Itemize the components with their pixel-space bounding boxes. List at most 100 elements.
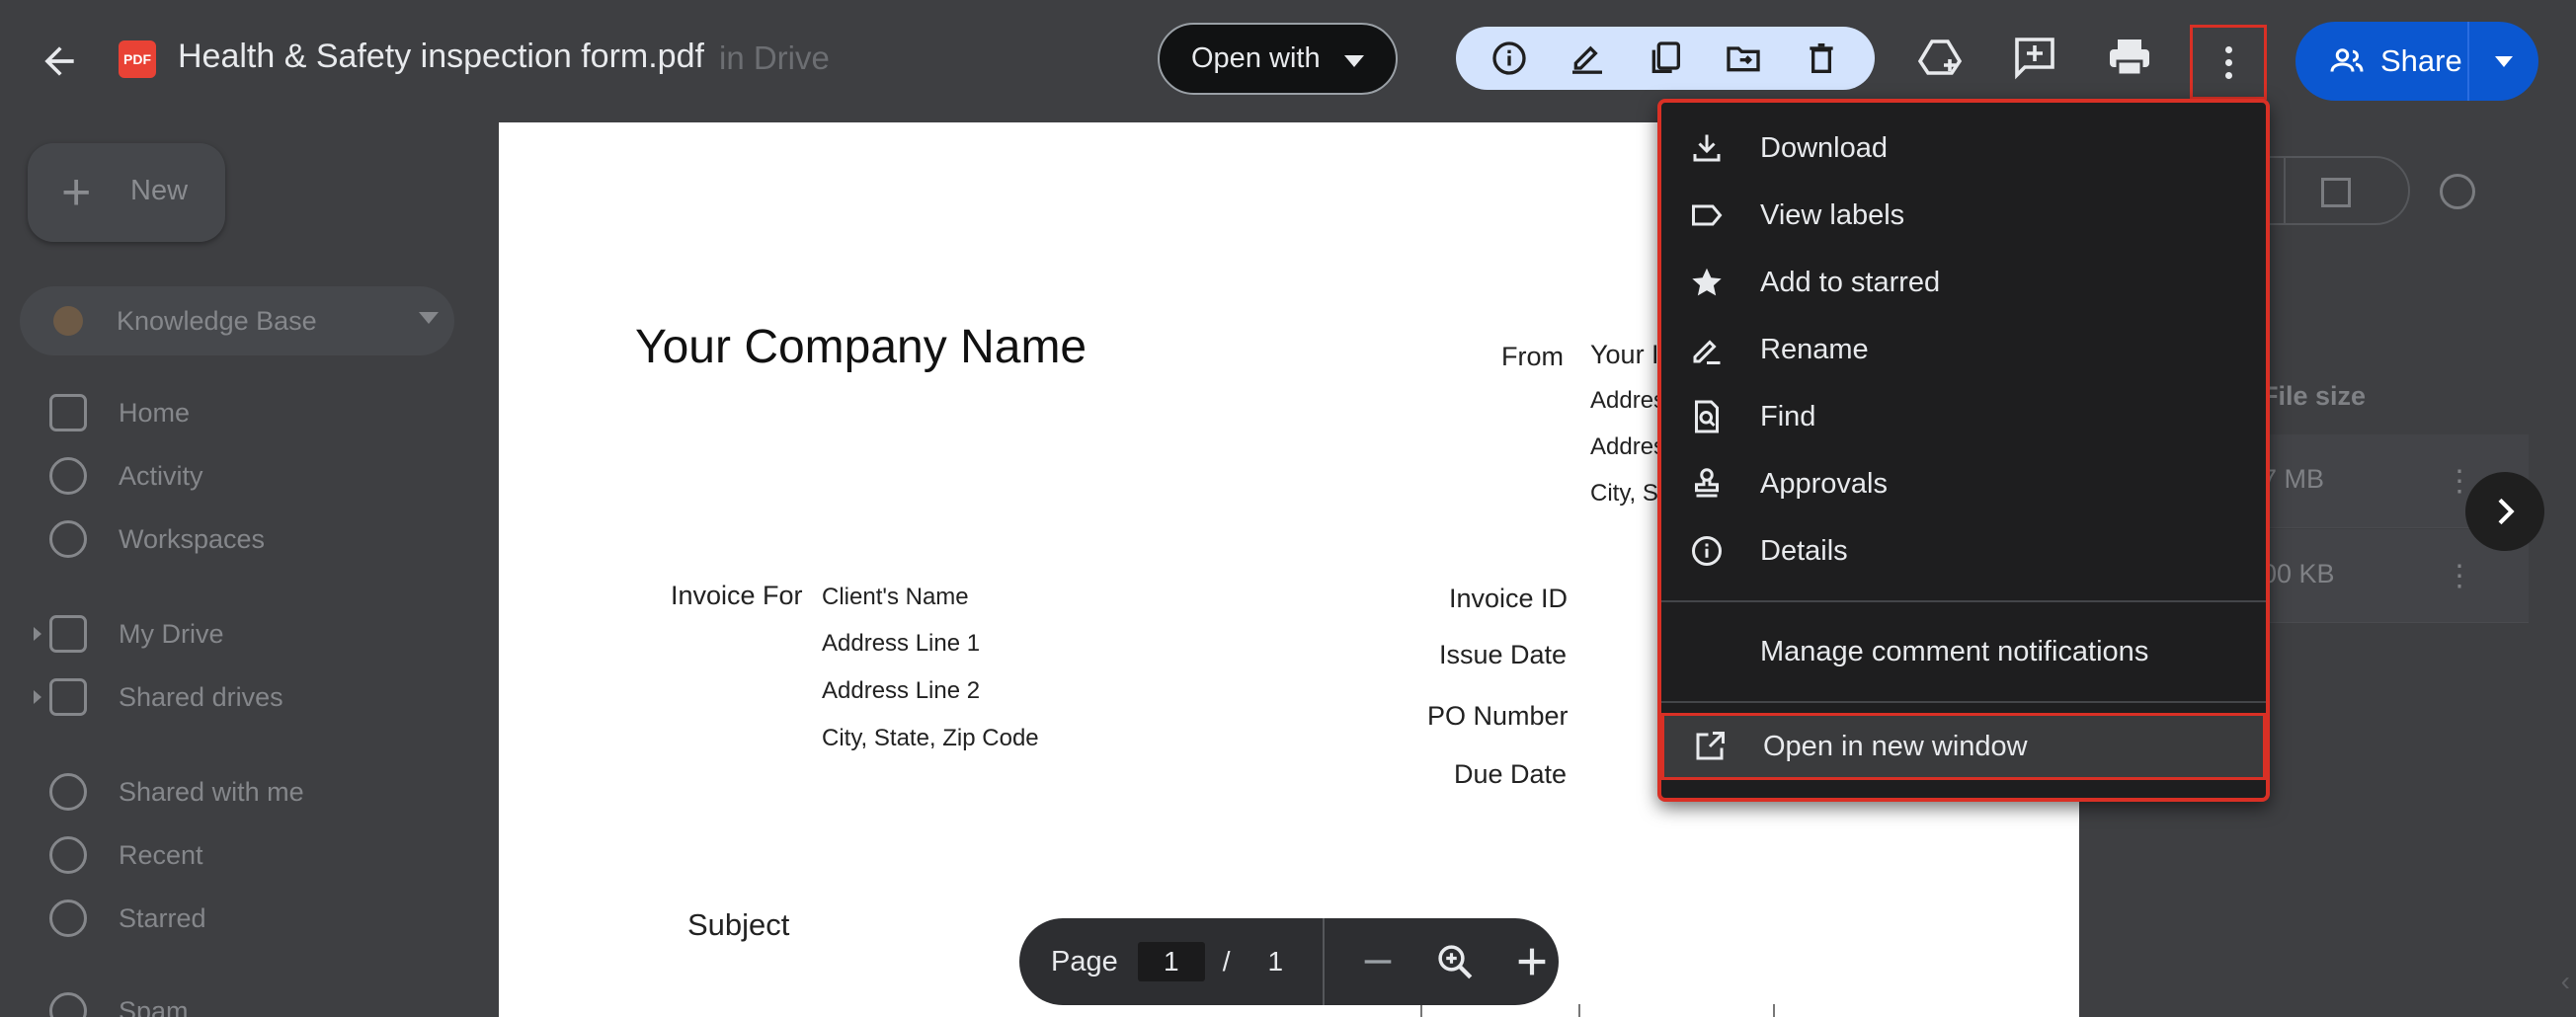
more-vert-icon-dot [2224,45,2232,53]
page-number-input[interactable]: 1 [1137,942,1205,981]
pdf-field-label: Issue Date [1439,640,1568,669]
menu-item-rename[interactable]: Rename [1661,316,2266,383]
menu-item-label: Find [1760,400,1816,432]
menu-item-find[interactable]: Find [1661,383,2266,450]
more-actions-button[interactable] [2190,25,2267,100]
share-options-button[interactable] [2469,22,2538,101]
nav-home: Home [49,393,190,432]
share-button[interactable]: Share [2295,22,2469,101]
download-icon [1693,134,1721,162]
pdf-client-line: City, State, Zip Code [822,725,1039,751]
pdf-company-name: Your Company Name [635,321,1087,373]
file-size-cell: 00 KB [2262,559,2335,588]
page-controls: Page 1 / 1 [1019,918,1559,1005]
drive-search-text: in Drive [719,39,830,76]
menu-item-label: Manage comment notifications [1760,635,2149,667]
menu-item-label: Open in new window [1763,730,2028,762]
arrow-back-icon [44,46,74,76]
open-with-label: Open with [1191,42,1321,74]
pdf-table-line [1773,1004,1775,1017]
open-with-button[interactable]: Open with [1158,23,1398,95]
find-icon [1695,400,1719,433]
pdf-from-label: From [1501,342,1564,371]
menu-item-open-in-new-window[interactable]: Open in new window [1661,713,2266,780]
nav-label: My Drive [119,618,224,649]
pdf-from-line: Your I [1590,340,1659,369]
grid-view-icon [2321,178,2351,207]
nav-workspaces: Workspaces [49,519,265,559]
drive-add-icon [1917,39,1963,75]
menu-item-label: Approvals [1760,467,1888,500]
zoom-in-button[interactable] [1508,938,1556,985]
menu-item-approvals[interactable]: Approvals [1661,450,2266,517]
menu-item-label: Rename [1760,333,1869,365]
pdf-table-line [1578,1004,1580,1017]
divider [2284,158,2286,223]
more-vert-icon-dot [2224,71,2232,79]
menu-item-label: Details [1760,534,1848,567]
menu-item-view-labels[interactable]: View labels [1661,182,2266,249]
print-button[interactable] [2106,34,2153,81]
pdf-invoice-for-label: Invoice For [671,581,803,610]
menu-item-add-to-starred[interactable]: Add to starred [1661,249,2266,316]
pdf-field-label: PO Number [1427,701,1569,731]
total-pages: 1 [1267,946,1284,977]
expand-arrow-icon [34,627,41,641]
nav-recent: Recent [49,835,203,875]
edit-signature-icon [1571,45,1602,74]
expand-arrow-icon [34,690,41,704]
zoom-out-button[interactable] [1354,938,1402,985]
nav-my-drive: My Drive [34,614,224,654]
print-icon [2110,39,2149,77]
plus-icon [1518,948,1546,976]
copy-button[interactable] [1644,37,1687,80]
chevron-left-icon: ‹ [2560,966,2570,996]
open-in-new-icon [1696,732,1725,760]
people-icon [2330,48,2364,72]
divider [1323,918,1326,1005]
edit-button[interactable] [1566,37,1609,80]
home-icon [49,394,87,431]
chevron-right-icon [2498,498,2515,525]
people-icon [49,773,87,811]
pdf-field-label: Invoice ID [1449,584,1569,613]
nav-label: Shared drives [119,681,283,712]
share-label: Share [2380,43,2462,78]
nav-label: Activity [119,460,203,491]
zoom-in-icon [1438,945,1473,979]
info-icon [2440,174,2475,209]
column-header-file-size: File size [2262,381,2367,411]
plus-icon: + [61,164,92,221]
more-icon: ⋮ [2445,560,2474,592]
trash-icon [1810,43,1834,73]
move-folder-icon [1727,46,1760,72]
menu-item-label: Download [1760,131,1888,164]
more-actions-menu: Download View labels Add to starred Rena… [1657,99,2270,802]
menu-item-details[interactable]: Details [1661,517,2266,585]
pdf-from-line: Addres [1590,387,1666,414]
info-icon [1491,41,1526,75]
zoom-button[interactable] [1431,938,1479,985]
file-size-cell: 7 MB [2262,464,2325,494]
copy-icon [1651,41,1680,73]
next-file-button[interactable] [2465,472,2544,551]
add-shortcut-button[interactable] [1916,34,1964,81]
knowledge-base-selector: Knowledge Base [20,286,454,355]
add-comment-button[interactable] [2011,34,2058,81]
pdf-subject-label: Subject [687,907,790,942]
menu-divider [1661,600,2266,602]
back-button[interactable] [38,39,81,83]
menu-item-download[interactable]: Download [1661,115,2266,182]
chevron-down-icon [1344,55,1364,67]
move-button[interactable] [1722,37,1765,80]
knowledge-base-label: Knowledge Base [117,306,317,336]
details-button[interactable] [1488,37,1531,80]
pdf-from-line: Addres [1590,433,1666,460]
menu-item-manage-comment-notifications[interactable]: Manage comment notifications [1661,618,2266,685]
spam-icon [49,992,87,1017]
delete-button[interactable] [1800,37,1843,80]
new-label: New [130,175,189,206]
drive-sidebar: + New Knowledge Base Home Activity Works… [0,0,464,1017]
info-icon [1692,536,1722,566]
menu-item-label: Add to starred [1760,266,1941,298]
